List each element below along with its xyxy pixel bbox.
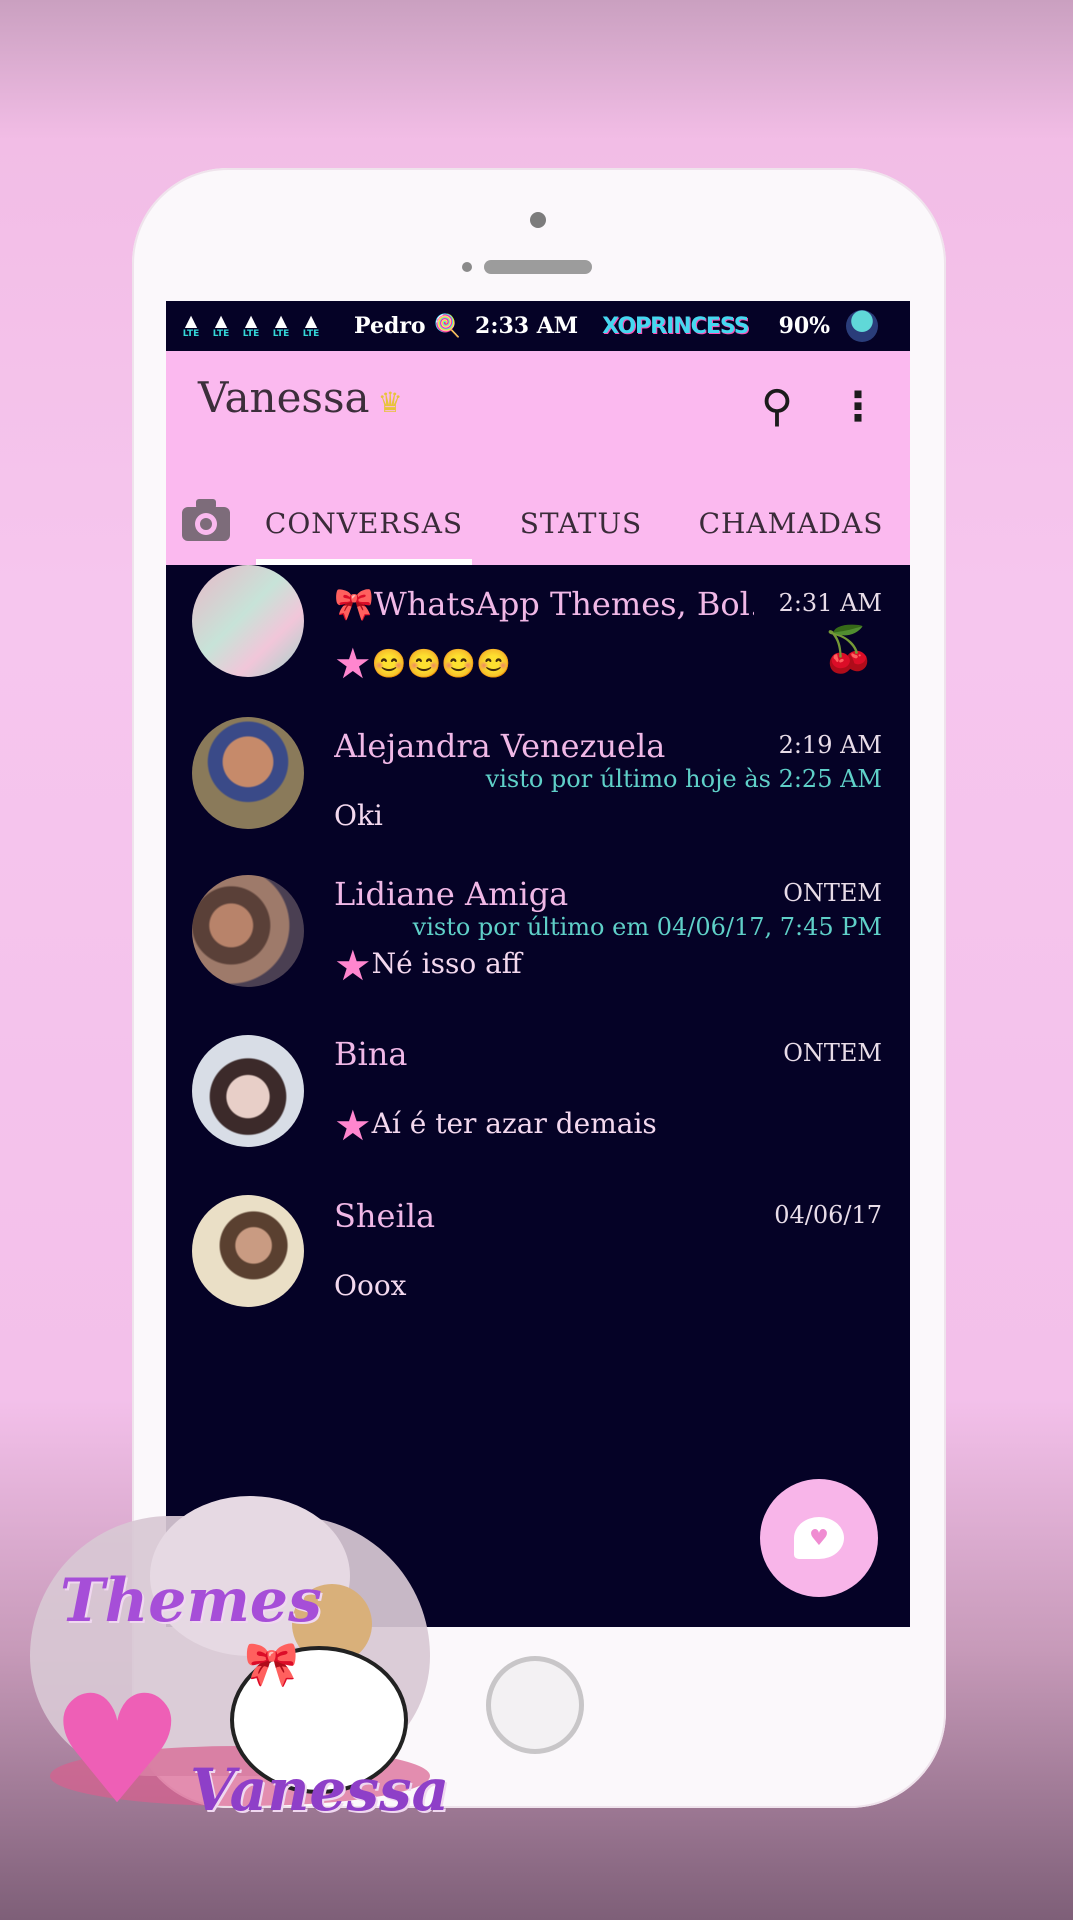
signal-icon: ▲ LTE: [272, 311, 290, 340]
clock: 2:33 AM: [475, 313, 579, 339]
chat-time: 04/06/17: [774, 1201, 882, 1229]
chat-name: Bina: [334, 1035, 408, 1073]
avatar[interactable]: [192, 1195, 304, 1307]
tab-chamadas[interactable]: CHAMADAS: [686, 483, 896, 565]
lollipop-icon: 🍭: [433, 313, 462, 339]
chat-name: Lidiane Amiga: [334, 875, 569, 913]
sensor-dot: [462, 262, 472, 272]
chat-item[interactable]: Sheila 04/06/17 Ooox: [166, 1195, 910, 1345]
themes-sticker: ♥ 🎀 Themes Vanessa: [30, 1496, 450, 1826]
app-title: Vanessa ♛: [198, 373, 403, 422]
chat-item[interactable]: Lidiane Amiga ONTEM visto por último em …: [166, 875, 910, 1025]
star-icon: ★: [334, 639, 372, 688]
chat-preview: Oki: [334, 799, 383, 832]
avatar[interactable]: [192, 875, 304, 987]
tab-status[interactable]: STATUS: [496, 483, 666, 565]
chat-preview-text: Oki: [334, 799, 383, 832]
last-seen: visto por último em 04/06/17, 7:45 PM: [412, 913, 882, 941]
chat-time: 2:19 AM: [778, 731, 882, 759]
app-title-text: Vanessa: [198, 373, 370, 422]
last-seen: visto por último hoje às 2:25 AM: [485, 765, 882, 793]
brand-label: XOPRINCESS: [602, 313, 749, 339]
carrier-name: Pedro: [354, 313, 426, 339]
sticker-title: Themes: [60, 1566, 322, 1636]
chat-time: ONTEM: [783, 1039, 882, 1067]
chat-preview-text: Ooox: [334, 1269, 407, 1302]
chat-preview: ★Aí é ter azar demais: [334, 1101, 657, 1150]
princess-icon: [846, 310, 879, 342]
chat-item[interactable]: 🎀WhatsApp Themes, Bol... 2:31 AM ★😊😊😊😊 🍒: [166, 565, 910, 715]
chat-preview: Ooox: [334, 1269, 406, 1302]
heart-icon: ♥: [50, 1664, 185, 1838]
avatar[interactable]: [192, 565, 304, 677]
signal-icon: ▲ LTE: [182, 311, 200, 340]
sticker-name: Vanessa: [190, 1756, 450, 1824]
more-options-icon[interactable]: ⋮: [838, 381, 878, 433]
signal-icon: ▲ LTE: [242, 311, 260, 340]
chat-time: ONTEM: [783, 879, 882, 907]
signal-icon: ▲ LTE: [212, 311, 230, 340]
chat-preview-text: Né isso aff: [371, 947, 522, 980]
bow-icon: 🎀: [244, 1639, 299, 1690]
camera-icon[interactable]: [178, 495, 234, 545]
avatar[interactable]: [192, 717, 304, 829]
cherry-icon: 🍒: [821, 624, 876, 675]
search-icon[interactable]: ⚲: [751, 381, 803, 433]
chat-item[interactable]: Alejandra Venezuela 2:19 AM visto por úl…: [166, 717, 910, 867]
crown-icon: ♛: [377, 386, 403, 419]
chat-preview: ★😊😊😊😊: [334, 639, 511, 688]
signal-icon: ▲ LTE: [302, 311, 320, 340]
chat-bubble-icon: ♥: [794, 1517, 844, 1559]
star-icon: ★: [334, 941, 372, 990]
chat-name: Sheila: [334, 1197, 436, 1235]
chat-preview: ★Né isso aff: [334, 941, 522, 990]
chat-preview-text: Aí é ter azar demais: [371, 1107, 657, 1140]
phone-screen: ▲ LTE ▲ LTE ▲ LTE ▲ LTE ▲ LTE Pedro 🍭 2:33 AM…: [166, 301, 910, 1627]
chat-name: 🎀WhatsApp Themes, Bol...: [334, 585, 754, 623]
front-camera: [530, 212, 546, 228]
avatar[interactable]: [192, 1035, 304, 1147]
status-bar: ▲ LTE ▲ LTE ▲ LTE ▲ LTE ▲ LTE Pedro 🍭 2:33 AM…: [166, 301, 910, 351]
home-button[interactable]: [486, 1656, 584, 1754]
chat-name: Alejandra Venezuela: [334, 727, 666, 765]
chat-item[interactable]: Bina ONTEM ★Aí é ter azar demais: [166, 1035, 910, 1185]
chat-time: 2:31 AM: [778, 589, 882, 617]
earpiece-speaker: [484, 260, 592, 274]
new-chat-button[interactable]: ♥: [760, 1479, 878, 1597]
battery-level: 90%: [778, 313, 831, 339]
app-bar: Vanessa ♛ ⚲ ⋮ CONVERSAS STATUS CHAMADAS: [166, 351, 910, 565]
signal-group: ▲ LTE ▲ LTE ▲ LTE ▲ LTE ▲ LTE: [178, 311, 324, 340]
star-icon: ★: [334, 1101, 372, 1150]
chat-preview-text: 😊😊😊😊: [371, 647, 512, 680]
tab-bar: CONVERSAS STATUS CHAMADAS: [166, 483, 910, 565]
tab-conversas[interactable]: CONVERSAS: [256, 483, 472, 565]
